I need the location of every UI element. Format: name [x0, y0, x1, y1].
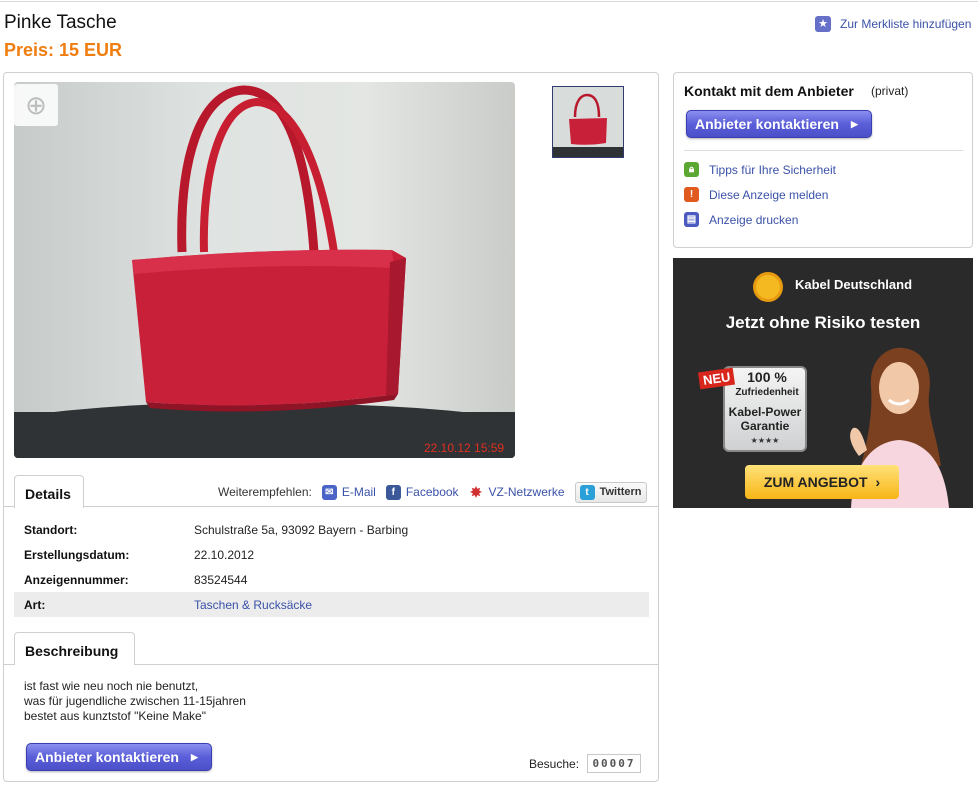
sidebar-divider: [684, 150, 963, 151]
contact-seller-button[interactable]: Anbieter kontaktieren ▶: [26, 743, 212, 771]
listing-title: Pinke Tasche: [4, 12, 117, 33]
detail-row-ad-number: Anzeigennummer: 83524544: [14, 567, 649, 592]
safety-tips-label: Tipps für Ihre Sicherheit: [709, 162, 836, 177]
visit-counter: 00007: [587, 754, 641, 773]
detail-row-created: Erstellungsdatum: 22.10.2012: [14, 542, 649, 567]
ad-guarantee-line: Kabel-Power: [728, 405, 802, 419]
star-icon: ★: [815, 16, 831, 32]
report-ad-link[interactable]: ! Diese Anzeige melden: [684, 187, 828, 202]
facebook-icon: f: [385, 484, 401, 500]
description-line: was für jugendliche zwischen 11-15jahren: [24, 694, 246, 708]
print-ad-label: Anzeige drucken: [709, 212, 799, 227]
share-label: Weiterempfehlen:: [218, 485, 312, 499]
contact-seller-label: Anbieter kontaktieren: [35, 749, 179, 765]
lock-icon: 🔒︎: [684, 162, 699, 177]
detail-row-location: Standort: Schulstraße 5a, 93092 Bayern -…: [14, 517, 649, 542]
tab-details[interactable]: Details: [14, 475, 84, 508]
pink-bag-image: [14, 85, 515, 458]
detail-label: Standort:: [24, 523, 78, 537]
detail-label: Erstellungsdatum:: [24, 548, 130, 562]
report-ad-label: Diese Anzeige melden: [709, 187, 829, 202]
tab-divider: [4, 506, 658, 507]
main-photo[interactable]: [14, 82, 515, 458]
seller-type: (privat): [871, 84, 909, 98]
detail-label: Art:: [24, 598, 46, 612]
detail-value: 83524544: [194, 573, 248, 587]
listing-price: Preis: 15 EUR: [4, 40, 123, 60]
zoom-in-icon[interactable]: ⊕: [14, 84, 58, 126]
share-facebook-label: Facebook: [405, 485, 459, 499]
safety-tips-link[interactable]: 🔒︎ Tipps für Ihre Sicherheit: [684, 162, 836, 177]
description-line: ist fast wie neu noch nie benutzt,: [24, 679, 199, 693]
description-text: ist fast wie neu noch nie benutzt, was f…: [24, 679, 246, 724]
detail-label: Anzeigennummer:: [24, 573, 129, 587]
print-ad-link[interactable]: ▤ Anzeige drucken: [684, 212, 798, 227]
arrow-right-icon: ▶: [190, 751, 198, 762]
share-vz-label: VZ-Netzwerke: [488, 485, 565, 499]
ad-cta-label: ZUM ANGEBOT: [763, 474, 868, 490]
photo-thumbnail[interactable]: [552, 86, 624, 158]
add-to-watchlist-link[interactable]: ★ Zur Merkliste hinzufügen: [815, 16, 971, 32]
share-vz-link[interactable]: ✸ VZ-Netzwerke: [469, 483, 565, 500]
thumbnail-image: [553, 93, 623, 157]
top-divider: [0, 1, 978, 2]
ad-cta-button[interactable]: ZUM ANGEBOT ›: [745, 465, 899, 499]
ad-guarantee: Kabel-Power Garantie: [723, 405, 807, 433]
visits-label: Besuche:: [529, 757, 580, 771]
ad-brand: Kabel Deutschland: [795, 277, 913, 292]
photo-timestamp: 22.10.12 15:59: [424, 441, 505, 455]
ad-percent: 100 %: [747, 369, 787, 385]
share-email-link[interactable]: ✉ E-Mail: [321, 484, 376, 500]
mail-icon: ✉: [321, 484, 337, 500]
share-facebook-link[interactable]: f Facebook: [385, 484, 459, 500]
twitter-button[interactable]: t Twittern: [574, 481, 647, 503]
contact-seller-sidebar-button[interactable]: Anbieter kontaktieren ▶: [686, 110, 872, 138]
share-email-label: E-Mail: [341, 485, 376, 499]
ad-guarantee-line: Garantie: [740, 419, 790, 433]
watchlist-label: Zur Merkliste hinzufügen: [840, 17, 972, 31]
ad-headline: Jetzt ohne Risiko testen: [725, 313, 921, 332]
tab-description[interactable]: Beschreibung: [14, 632, 135, 665]
description-line: bestet aus kunztstof "Keine Make": [24, 709, 206, 723]
printer-icon: ▤: [684, 212, 699, 227]
warning-icon: !: [684, 187, 699, 202]
kabel-deutschland-logo-icon: [753, 272, 783, 302]
twitter-label: Twittern: [599, 486, 642, 498]
chevron-right-icon: ›: [875, 474, 881, 490]
arrow-right-icon: ▶: [850, 118, 858, 129]
kabel-deutschland-ad[interactable]: Kabel Deutschland Jetzt ohne Risiko test…: [673, 258, 973, 508]
contact-seller-label: Anbieter kontaktieren: [695, 116, 839, 132]
contact-panel-title: Kontakt mit dem Anbieter: [684, 83, 854, 99]
twitter-icon: t: [579, 484, 595, 500]
ad-satisfaction: Zufriedenheit: [735, 387, 799, 398]
detail-value: Schulstraße 5a, 93092 Bayern - Barbing: [194, 523, 409, 537]
category-link[interactable]: Taschen & Rucksäcke: [194, 598, 312, 612]
ad-stars: ★★★★: [750, 436, 780, 445]
detail-value: 22.10.2012: [194, 548, 255, 562]
share-bar: Weiterempfehlen: ✉ E-Mail f Facebook ✸ V…: [218, 481, 657, 503]
vz-network-icon: ✸: [470, 483, 482, 500]
detail-row-category: Art: Taschen & Rucksäcke: [14, 592, 649, 617]
